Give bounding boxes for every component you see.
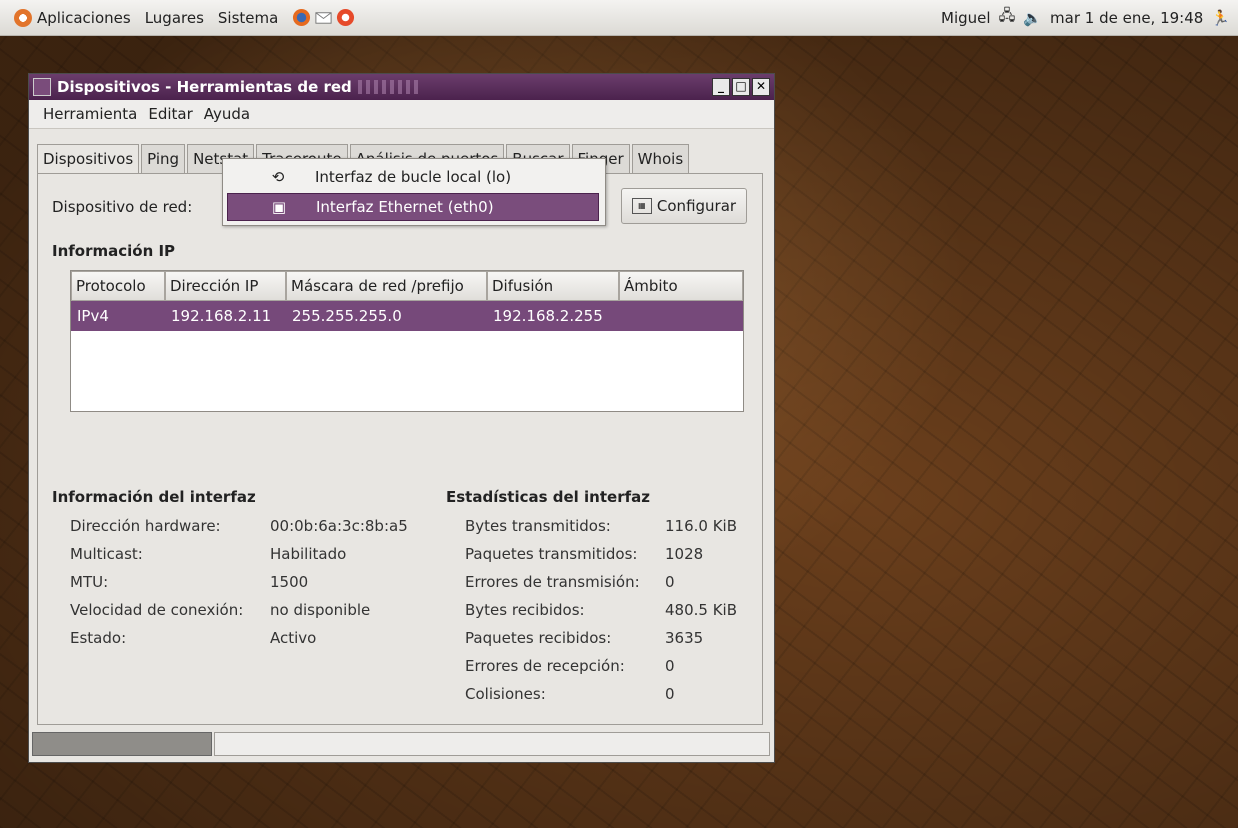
status-field — [214, 732, 770, 756]
ubuntu-logo-icon[interactable] — [14, 8, 32, 27]
bytes-tx-value: 116.0 KiB — [665, 517, 738, 535]
bytes-rx-value: 480.5 KiB — [665, 601, 738, 619]
window-icon[interactable] — [33, 78, 51, 96]
bytes-tx-label: Bytes transmitidos: — [465, 517, 611, 535]
menu-herramienta[interactable]: Herramienta — [43, 105, 137, 123]
ip-info-heading: Información IP — [52, 242, 176, 260]
col-difusion[interactable]: Difusión — [487, 271, 619, 301]
bytes-rx-label: Bytes recibidos: — [465, 601, 585, 619]
device-label: Dispositivo de red: — [52, 198, 193, 216]
hw-address-label: Dirección hardware: — [70, 517, 221, 535]
ip-table: Protocolo Dirección IP Máscara de red /p… — [70, 270, 744, 412]
cell-direccion-ip: 192.168.2.11 — [171, 307, 272, 325]
option-label-eth0: Interfaz Ethernet (eth0) — [316, 198, 494, 216]
menubar: Herramienta Editar Ayuda — [29, 100, 774, 129]
packets-rx-label: Paquetes recibidos: — [465, 629, 612, 647]
configure-button[interactable]: ▦ Configurar — [621, 188, 747, 224]
hw-address-value: 00:0b:6a:3c:8b:a5 — [270, 517, 408, 535]
window-titlebar[interactable]: Dispositivos - Herramientas de red _ □ ✕ — [29, 74, 774, 100]
mtu-label: MTU: — [70, 573, 109, 591]
rx-errors-label: Errores de recepción: — [465, 657, 625, 675]
col-ambito[interactable]: Ámbito — [619, 271, 743, 301]
speed-label: Velocidad de conexión: — [70, 601, 244, 619]
cell-mascara: 255.255.255.0 — [292, 307, 402, 325]
multicast-value: Habilitado — [270, 545, 347, 563]
menu-ayuda[interactable]: Ayuda — [204, 105, 250, 123]
device-dropdown-popup: ⟲ Interfaz de bucle local (lo) ▣ Interfa… — [222, 158, 606, 226]
col-protocolo[interactable]: Protocolo — [71, 271, 165, 301]
clock[interactable]: mar 1 de ene, 19:48 — [1050, 9, 1203, 27]
configure-button-label: Configurar — [656, 197, 737, 215]
ethernet-icon: ▣ — [271, 198, 287, 216]
panel-menu-places[interactable]: Lugares — [145, 9, 204, 27]
dropdown-option-lo[interactable]: ⟲ Interfaz de bucle local (lo) — [227, 163, 599, 191]
network-icon[interactable]: 🖧 — [999, 5, 1016, 30]
configure-icon: ▦ — [631, 198, 652, 214]
multicast-label: Multicast: — [70, 545, 143, 563]
titlebar-decoration — [357, 80, 418, 94]
packets-rx-value: 3635 — [665, 629, 704, 647]
minimize-button[interactable]: _ — [712, 78, 730, 96]
cell-difusion: 192.168.2.255 — [493, 307, 603, 325]
mail-icon[interactable] — [314, 8, 333, 27]
collisions-label: Colisiones: — [465, 685, 546, 703]
col-direccion-ip[interactable]: Dirección IP — [165, 271, 286, 301]
tx-errors-value: 0 — [665, 573, 675, 591]
help-icon[interactable] — [336, 8, 355, 27]
tab-ping[interactable]: Ping — [141, 144, 186, 175]
packets-tx-value: 1028 — [665, 545, 704, 563]
top-panel: Aplicaciones Lugares Sistema Miguel 🖧 🔈 … — [0, 0, 1238, 36]
dropdown-option-eth0[interactable]: ▣ Interfaz Ethernet (eth0) — [227, 193, 599, 221]
logout-icon[interactable]: 🏃 — [1211, 9, 1230, 27]
rx-errors-value: 0 — [665, 657, 675, 675]
state-label: Estado: — [70, 629, 127, 647]
iface-info-heading: Información del interfaz — [52, 488, 256, 506]
state-value: Activo — [270, 629, 317, 647]
cell-ambito — [619, 301, 743, 331]
speed-value: no disponible — [270, 601, 371, 619]
close-button[interactable]: ✕ — [752, 78, 770, 96]
panel-menu-system[interactable]: Sistema — [218, 9, 278, 27]
collisions-value: 0 — [665, 685, 675, 703]
panel-menu-applications[interactable]: Aplicaciones — [37, 9, 131, 27]
menu-editar[interactable]: Editar — [148, 105, 192, 123]
statusbar — [32, 732, 770, 756]
volume-icon[interactable]: 🔈 — [1023, 9, 1042, 27]
maximize-button[interactable]: □ — [732, 78, 750, 96]
packets-tx-label: Paquetes transmitidos: — [465, 545, 638, 563]
col-mascara[interactable]: Máscara de red /prefijo — [286, 271, 487, 301]
tx-errors-label: Errores de transmisión: — [465, 573, 640, 591]
cell-protocolo: IPv4 — [77, 307, 109, 325]
tab-whois[interactable]: Whois — [631, 144, 690, 175]
user-name[interactable]: Miguel — [941, 9, 991, 27]
iface-stats-heading: Estadísticas del interfaz — [446, 488, 650, 506]
loopback-icon: ⟲ — [271, 168, 285, 186]
progress-bar — [32, 732, 212, 756]
mtu-value: 1500 — [270, 573, 309, 591]
table-row[interactable]: IPv4 192.168.2.11 255.255.255.0 192.168.… — [71, 301, 743, 331]
window-title: Dispositivos - Herramientas de red — [57, 78, 352, 96]
firefox-icon[interactable] — [292, 8, 311, 27]
option-label-lo: Interfaz de bucle local (lo) — [315, 168, 512, 186]
